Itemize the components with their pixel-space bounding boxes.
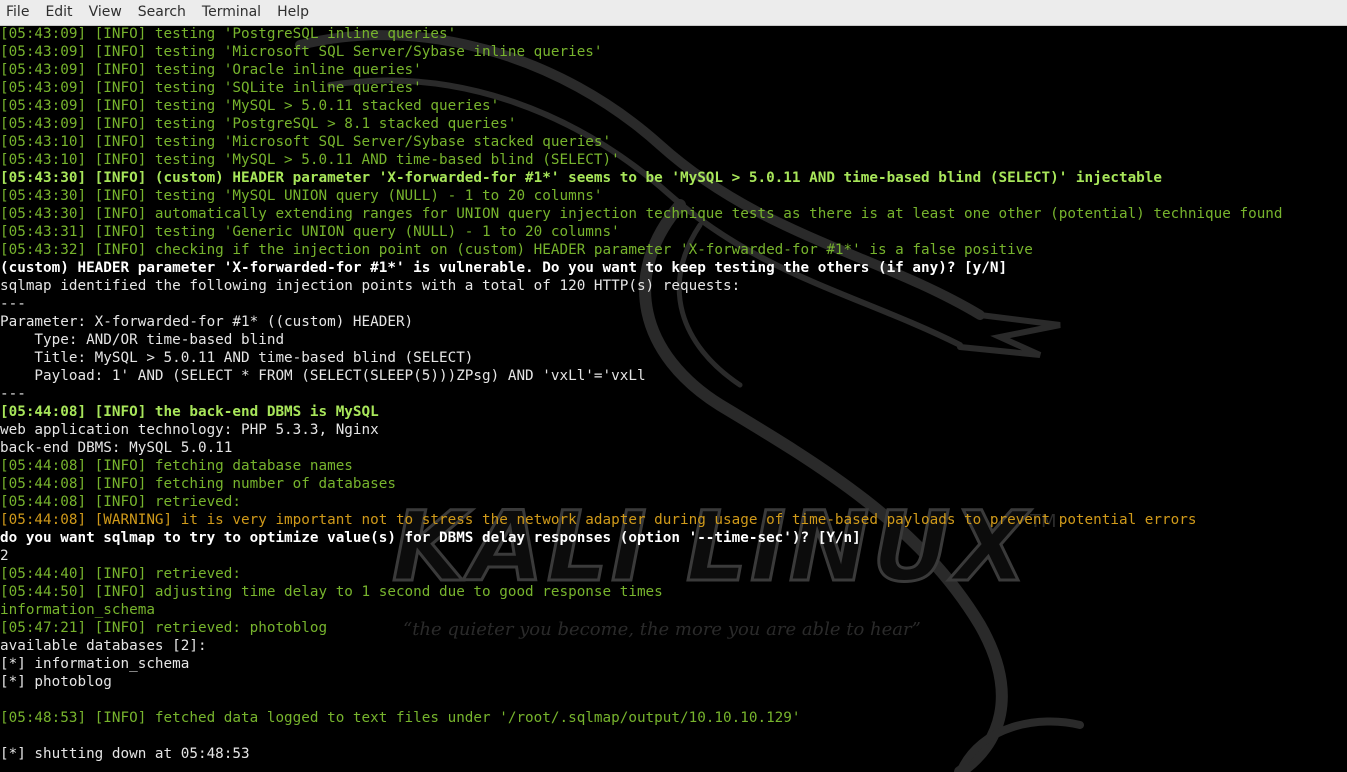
terminal-line: [05:44:08] [INFO] fetching database name… (0, 458, 353, 474)
terminal-line: [05:48:53] [INFO] fetched data logged to… (0, 710, 801, 726)
terminal-line: [05:43:09] [INFO] testing 'PostgreSQL in… (0, 26, 457, 42)
menu-view[interactable]: View (81, 0, 130, 25)
terminal-output[interactable]: [05:43:09] [INFO] testing 'PostgreSQL in… (0, 25, 1347, 772)
terminal-line: [05:44:40] [INFO] retrieved: (0, 566, 242, 582)
terminal-line: --- (0, 386, 26, 402)
terminal-line: [05:43:09] [INFO] testing 'MySQL > 5.0.1… (0, 98, 500, 114)
terminal-line: --- (0, 296, 26, 312)
terminal-line: [05:43:09] [INFO] testing 'PostgreSQL > … (0, 116, 517, 132)
terminal-line: sqlmap identified the following injectio… (0, 278, 741, 294)
terminal-line: [05:44:50] [INFO] adjusting time delay t… (0, 584, 663, 600)
terminal-line: [05:44:08] [INFO] retrieved: (0, 494, 242, 510)
terminal-line: [*] shutting down at 05:48:53 (0, 746, 250, 762)
menu-terminal[interactable]: Terminal (194, 0, 269, 25)
terminal-line: [*] photoblog (0, 674, 112, 690)
terminal-line: [05:43:09] [INFO] testing 'Microsoft SQL… (0, 44, 603, 60)
terminal-line: [05:43:30] [INFO] (custom) HEADER parame… (0, 170, 1163, 186)
terminal-line: [05:43:32] [INFO] checking if the inject… (0, 242, 1033, 258)
terminal-line: available databases [2]: (0, 638, 207, 654)
menu-edit[interactable]: Edit (37, 0, 80, 25)
terminal-line: [05:43:10] [INFO] testing 'MySQL > 5.0.1… (0, 152, 620, 168)
terminal-line: [05:44:08] [INFO] the back-end DBMS is M… (0, 404, 379, 420)
terminal-line: back-end DBMS: MySQL 5.0.11 (0, 440, 233, 456)
menu-help[interactable]: Help (269, 0, 317, 25)
terminal-line: web application technology: PHP 5.3.3, N… (0, 422, 379, 438)
terminal-line: Title: MySQL > 5.0.11 AND time-based bli… (0, 350, 474, 366)
terminal-line: Parameter: X-forwarded-for #1* ((custom)… (0, 314, 414, 330)
terminal-line: [05:47:21] [INFO] retrieved: photoblog (0, 620, 328, 636)
terminal-line: [05:44:08] [INFO] fetching number of dat… (0, 476, 396, 492)
terminal-line: [05:43:09] [INFO] testing 'SQLite inline… (0, 80, 422, 96)
terminal-line: Payload: 1' AND (SELECT * FROM (SELECT(S… (0, 368, 646, 384)
menu-bar: File Edit View Search Terminal Help (0, 0, 1347, 26)
terminal-line: do you want sqlmap to try to optimize va… (0, 530, 861, 546)
menu-search[interactable]: Search (130, 0, 194, 25)
menu-file[interactable]: File (0, 0, 37, 25)
terminal-line: (custom) HEADER parameter 'X-forwarded-f… (0, 260, 1008, 276)
terminal-line: [05:44:08] [WARNING] it is very importan… (0, 512, 1197, 528)
terminal-line: [05:43:30] [INFO] testing 'MySQL UNION q… (0, 188, 603, 204)
terminal-line: 2 (0, 548, 9, 564)
terminal-line: information_schema (0, 602, 155, 618)
terminal-line: [05:43:30] [INFO] automatically extendin… (0, 206, 1283, 222)
terminal-line: [05:43:09] [INFO] testing 'Oracle inline… (0, 62, 422, 78)
terminal-line: [05:43:31] [INFO] testing 'Generic UNION… (0, 224, 620, 240)
terminal-line: [*] information_schema (0, 656, 190, 672)
terminal-line: [05:43:10] [INFO] testing 'Microsoft SQL… (0, 134, 612, 150)
terminal-line: Type: AND/OR time-based blind (0, 332, 285, 348)
